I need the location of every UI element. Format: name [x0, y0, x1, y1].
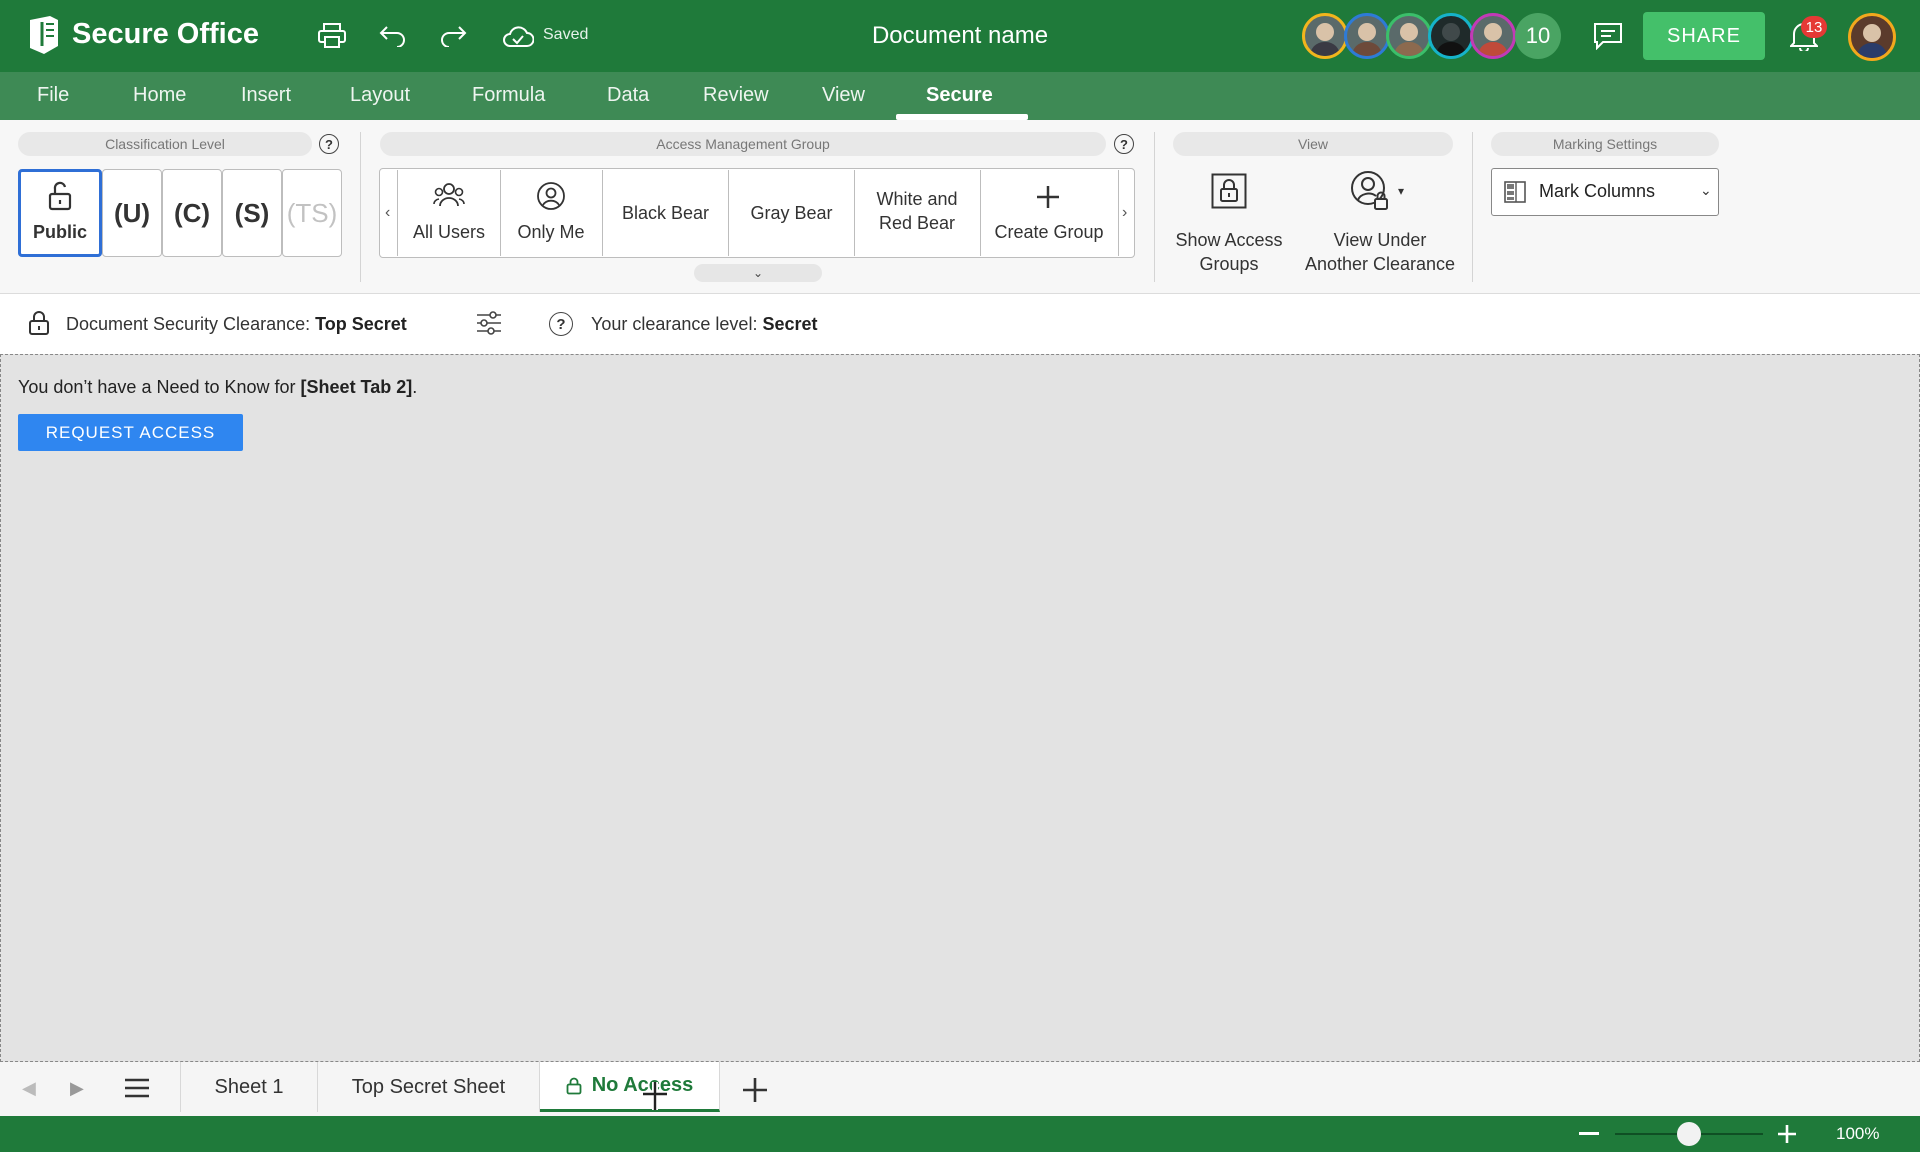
expand-gallery-chevron-icon[interactable]: ⌄ — [694, 264, 822, 282]
cloud-saved-icon — [500, 18, 536, 54]
sheet-content-area — [0, 354, 1920, 1062]
access-only-me-label: Only Me — [517, 222, 585, 242]
zoom-in-icon[interactable] — [1777, 1124, 1797, 1144]
plus-icon — [1037, 186, 1059, 208]
undo-icon[interactable] — [375, 18, 411, 54]
user-icon — [537, 182, 565, 210]
group-divider — [360, 132, 361, 282]
view-group-title: View — [1173, 132, 1453, 156]
collaborator-avatar[interactable] — [1302, 13, 1348, 59]
request-access-button[interactable]: REQUEST ACCESS — [18, 414, 243, 451]
access-all-users-label: All Users — [412, 222, 485, 242]
lock-box-icon — [1211, 173, 1247, 209]
add-sheet-icon[interactable] — [742, 1077, 768, 1103]
gallery-end-divider — [1118, 170, 1119, 256]
lock-icon — [29, 311, 49, 335]
scroll-left-icon[interactable]: ‹ — [385, 204, 390, 222]
access-white-red-bear-label-line2: Red Bear — [878, 213, 956, 233]
access-black-bear-button[interactable]: Black Bear — [602, 170, 728, 256]
lock-icon — [566, 1077, 582, 1094]
select-chevron-icon: ⌄ — [1700, 182, 1712, 198]
move-cursor-icon — [643, 1082, 667, 1110]
menu-layout[interactable]: Layout — [350, 84, 410, 107]
saved-status: Saved — [543, 26, 589, 43]
redo-icon[interactable] — [435, 18, 471, 54]
sheet-tab-top-secret[interactable]: Top Secret Sheet — [318, 1062, 540, 1112]
create-group-label: Create Group — [994, 222, 1104, 242]
app-logo-icon — [30, 16, 58, 54]
zoom-level: 100% — [1836, 1124, 1880, 1143]
classification-secret-button[interactable]: (S) — [222, 169, 282, 257]
menu-insert[interactable]: Insert — [241, 84, 291, 107]
comment-icon[interactable] — [1590, 18, 1626, 54]
classification-unclassified-button[interactable]: (U) — [102, 169, 162, 257]
unlock-icon — [48, 181, 72, 211]
prev-sheet-icon[interactable]: ◀ — [22, 1078, 36, 1099]
marking-settings-title: Marking Settings — [1491, 132, 1719, 156]
app-title: Secure Office — [72, 18, 259, 50]
zoom-out-icon[interactable] — [1579, 1132, 1599, 1135]
columns-icon — [1504, 181, 1526, 203]
access-group-title: Access Management Group — [380, 132, 1106, 156]
share-button[interactable]: SHARE — [1643, 12, 1765, 60]
access-gray-bear-button[interactable]: Gray Bear — [728, 170, 854, 256]
no-access-message: You don’t have a Need to Know for [Sheet… — [18, 377, 418, 397]
menu-secure[interactable]: Secure — [926, 84, 993, 107]
sheet-tab-no-access[interactable]: No Access — [540, 1062, 720, 1112]
collaborator-avatar[interactable] — [1428, 13, 1474, 59]
document-name[interactable]: Document name — [800, 22, 1120, 50]
user-avatar[interactable] — [1848, 13, 1896, 61]
sheet-list-menu-icon[interactable] — [124, 1078, 150, 1098]
users-icon — [433, 183, 465, 207]
classification-confidential-button[interactable]: (C) — [162, 169, 222, 257]
menu-view[interactable]: View — [822, 84, 865, 107]
help-icon[interactable]: ? — [319, 134, 339, 154]
notification-badge: 13 — [1801, 16, 1827, 38]
access-white-red-bear-label-line1: White and — [876, 189, 958, 209]
collaborator-avatar[interactable] — [1386, 13, 1432, 59]
scroll-right-icon[interactable]: › — [1122, 204, 1127, 222]
menu-file[interactable]: File — [37, 84, 69, 107]
print-icon[interactable] — [314, 18, 350, 54]
zoom-slider-thumb[interactable] — [1677, 1122, 1701, 1146]
classification-top-secret-button[interactable]: (TS) — [282, 169, 342, 257]
view-under-clearance-label-line2: Another Clearance — [1304, 254, 1456, 274]
menu-data[interactable]: Data — [607, 84, 649, 107]
collaborator-avatar[interactable] — [1344, 13, 1390, 59]
menu-home[interactable]: Home — [133, 84, 186, 107]
group-divider — [1154, 132, 1155, 282]
show-access-groups-label-line1: Show Access — [1175, 230, 1283, 250]
menu-formula[interactable]: Formula — [472, 84, 545, 107]
collaborator-avatar[interactable] — [1470, 13, 1516, 59]
user-clearance: Your clearance level: Secret — [591, 314, 818, 334]
user-lock-icon — [1351, 171, 1388, 210]
create-group-button[interactable] — [980, 170, 1118, 256]
document-clearance: Document Security Clearance: Top Secret — [66, 314, 407, 334]
help-icon[interactable]: ? — [549, 312, 573, 336]
view-under-clearance-label-line1: View Under — [1333, 230, 1427, 250]
classification-public-label: Public — [32, 222, 87, 242]
mark-columns-value: Mark Columns — [1539, 181, 1656, 201]
chevron-down-icon[interactable]: ▾ — [1398, 184, 1404, 198]
group-divider — [1472, 132, 1473, 282]
next-sheet-icon[interactable]: ▶ — [70, 1078, 84, 1099]
menu-review[interactable]: Review — [703, 84, 769, 107]
show-access-groups-label-line2: Groups — [1199, 254, 1259, 274]
sheet-tab-sheet-1[interactable]: Sheet 1 — [180, 1062, 318, 1112]
help-icon[interactable]: ? — [1114, 134, 1134, 154]
settings-sliders-icon[interactable] — [476, 311, 502, 335]
more-collaborators-count[interactable]: 10 — [1515, 13, 1561, 59]
classification-group-title: Classification Level — [18, 132, 312, 156]
